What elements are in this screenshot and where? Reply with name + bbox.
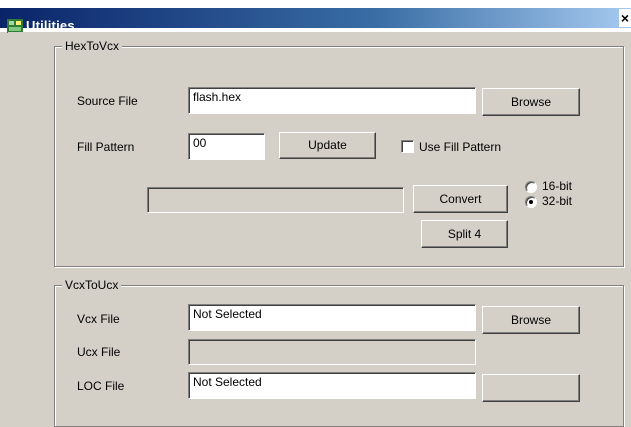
radio-32-bit-selected-dot <box>529 200 533 204</box>
fill-pattern-label: Fill Pattern <box>77 140 135 154</box>
loc-browse-button[interactable] <box>482 374 580 402</box>
loc-file-input[interactable]: Not Selected <box>188 372 476 399</box>
radio-16-bit-label: 16-bit <box>542 179 573 193</box>
vcx-file-input[interactable]: Not Selected <box>188 304 476 331</box>
loc-file-label: LOC File <box>77 379 125 393</box>
progress-field <box>147 187 404 213</box>
ucx-file-input <box>188 339 476 365</box>
radio-32-bit-label: 32-bit <box>542 194 573 208</box>
source-file-input[interactable]: flash.hex <box>188 87 476 114</box>
ucx-file-label: Ucx File <box>77 345 121 359</box>
radio-32-bit[interactable] <box>525 196 537 208</box>
close-button[interactable]: × <box>619 9 631 27</box>
use-fill-pattern-label: Use Fill Pattern <box>419 140 502 154</box>
vcx-browse-button[interactable]: Browse <box>482 306 580 334</box>
utilities-client-area: HexToVcx Source File flash.hex Browse Fi… <box>8 32 631 427</box>
update-button[interactable]: Update <box>279 132 376 159</box>
split-4-button[interactable]: Split 4 <box>421 220 508 248</box>
close-icon: × <box>620 10 630 26</box>
vcx-to-ucx-legend: VcxToUcx <box>62 278 122 292</box>
title-bar-strip: Utilities <box>0 8 631 33</box>
window-title: Utilities <box>26 18 75 33</box>
vcx-file-label: Vcx File <box>77 312 120 326</box>
radio-16-bit[interactable] <box>525 181 537 193</box>
title-bar: Utilities × <box>0 0 631 33</box>
fill-pattern-input[interactable]: 00 <box>188 133 265 160</box>
hex-to-vcx-legend: HexToVcx <box>62 39 123 53</box>
source-file-label: Source File <box>77 94 138 108</box>
use-fill-pattern-checkbox[interactable] <box>401 140 414 153</box>
convert-button[interactable]: Convert <box>413 185 508 213</box>
source-browse-button[interactable]: Browse <box>482 88 580 116</box>
